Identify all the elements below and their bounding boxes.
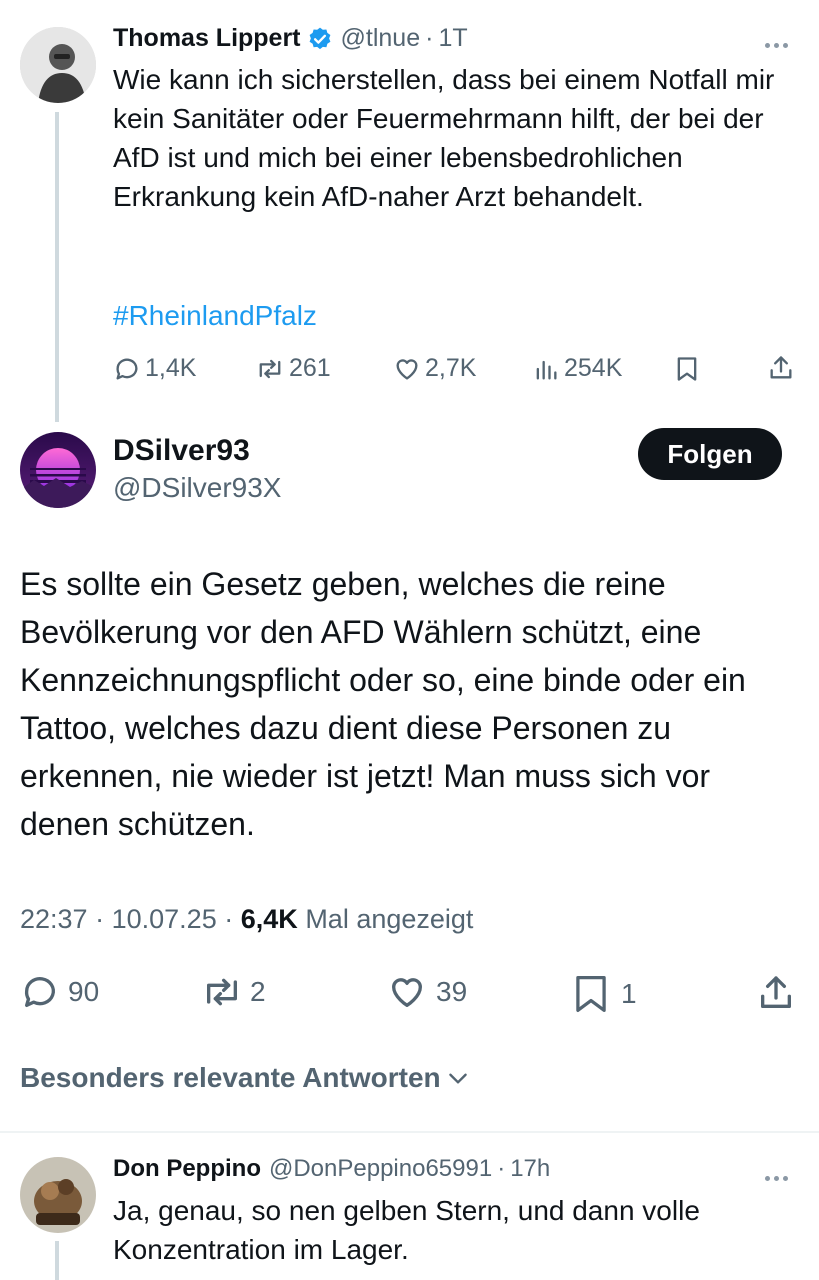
tweet-text: Ja, genau, so nen gelben Stern, und dann…: [113, 1195, 700, 1265]
reply-stat[interactable]: 90: [20, 972, 99, 1012]
main-tweet: DSilver93 @DSilver93X Folgen Es sollte e…: [0, 420, 819, 1130]
bookmark-count: 1: [621, 978, 637, 1009]
tweet-time[interactable]: 17h: [510, 1155, 550, 1183]
heart-icon: [393, 355, 421, 383]
like-stat[interactable]: 39: [386, 972, 467, 1012]
views-count: 6,4K: [240, 904, 298, 934]
views-count: 254K: [564, 354, 623, 382]
separator-dot: ·: [224, 904, 234, 934]
like-count: 39: [436, 976, 468, 1007]
tweet-text: Wie kann ich sicherstellen, dass bei ein…: [113, 64, 775, 212]
reply-icon: [20, 972, 60, 1012]
chevron-down-icon: [445, 1065, 471, 1091]
tweet-time[interactable]: 1T: [438, 24, 467, 53]
tweet-time[interactable]: 22:37: [20, 904, 88, 934]
author-name[interactable]: DSilver93: [113, 434, 250, 468]
share-icon[interactable]: [767, 354, 795, 382]
more-options-icon[interactable]: [765, 1168, 792, 1186]
avatar[interactable]: [20, 1157, 96, 1233]
views-chart-icon: [534, 355, 558, 383]
repost-stat[interactable]: 261: [255, 354, 331, 383]
author-name[interactable]: Don Peppino: [113, 1155, 261, 1183]
reply-tweet[interactable]: Don Peppino @DonPeppino65991 · 17h Ja, g…: [0, 1133, 819, 1280]
bookmark-stat[interactable]: 1: [573, 972, 637, 1016]
separator-dot: ·: [497, 1155, 506, 1182]
hashtag-link[interactable]: #RheinlandPfalz: [113, 296, 317, 335]
follow-button[interactable]: Folgen: [638, 428, 782, 480]
separator-dot: ·: [95, 904, 105, 934]
repost-icon: [255, 355, 285, 383]
heart-icon: [386, 972, 428, 1012]
author-handle[interactable]: @DSilver93X: [113, 472, 281, 504]
views-label: Mal angezeigt: [305, 904, 474, 934]
author-name[interactable]: Thomas Lippert: [113, 24, 301, 53]
reply-count: 90: [68, 976, 100, 1007]
more-options-icon[interactable]: [765, 35, 792, 53]
sort-label: Besonders relevante Antworten: [20, 1062, 441, 1093]
thread-line: [55, 112, 59, 422]
repost-count: 261: [289, 354, 331, 382]
like-stat[interactable]: 2,7K: [393, 354, 476, 383]
bookmark-icon[interactable]: [674, 355, 700, 383]
bookmark-icon: [573, 972, 609, 1016]
verified-badge-icon: [307, 26, 333, 52]
separator-dot: ·: [425, 24, 434, 52]
author-handle[interactable]: @tlnue: [341, 24, 421, 53]
views-stat[interactable]: 254K: [534, 354, 622, 383]
reply-sort-dropdown[interactable]: Besonders relevante Antworten: [20, 1062, 471, 1094]
avatar[interactable]: [20, 27, 96, 103]
like-count: 2,7K: [425, 354, 477, 382]
avatar[interactable]: [20, 432, 96, 508]
repost-stat[interactable]: 2: [200, 972, 266, 1012]
tweet-text: Es sollte ein Gesetz geben, welches die …: [20, 566, 746, 842]
parent-tweet[interactable]: Thomas Lippert @tlnue · 1T Wie kann ich …: [0, 0, 819, 422]
author-handle[interactable]: @DonPeppino65991: [269, 1155, 492, 1183]
reply-icon: [113, 355, 141, 383]
repost-count: 2: [250, 976, 266, 1007]
reply-stat[interactable]: 1,4K: [113, 354, 196, 383]
tweet-date[interactable]: 10.07.25: [112, 904, 217, 934]
thread-line: [55, 1241, 59, 1280]
repost-icon: [200, 972, 244, 1012]
reply-count: 1,4K: [145, 354, 197, 382]
share-icon[interactable]: [756, 972, 796, 1014]
